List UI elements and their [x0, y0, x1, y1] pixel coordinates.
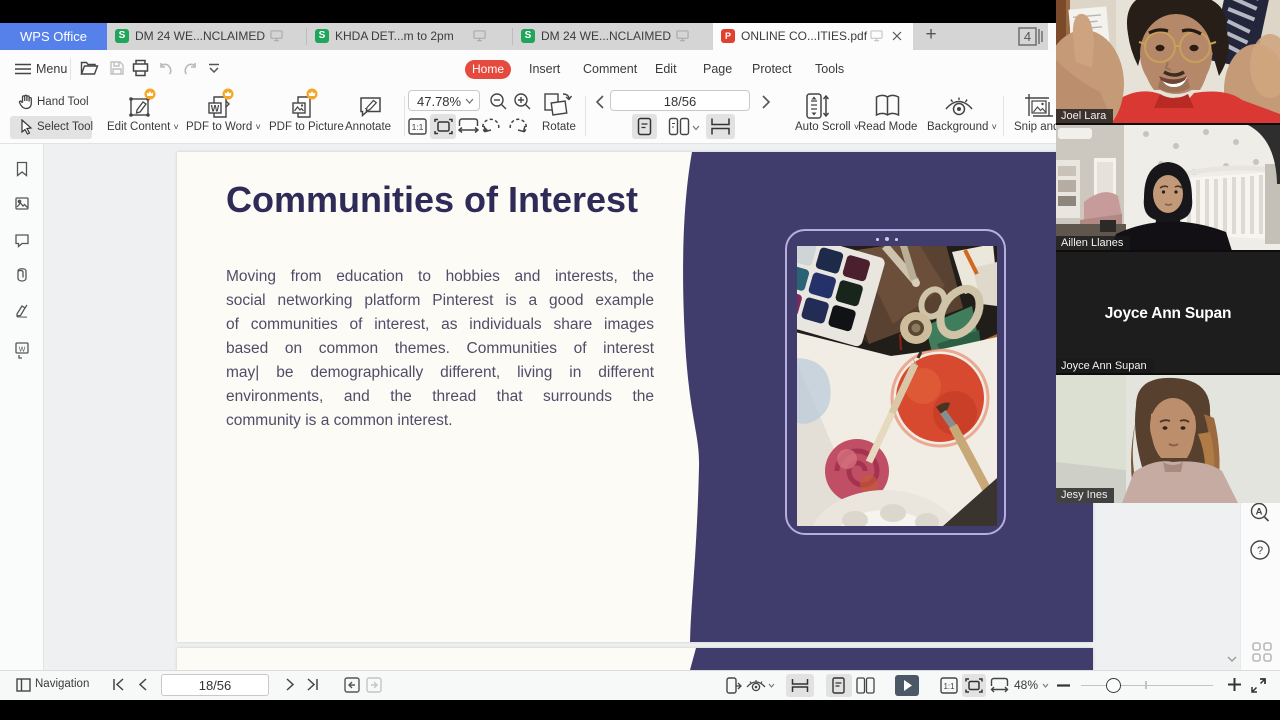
- svg-text:W: W: [211, 104, 220, 114]
- svg-text:1:1: 1:1: [943, 682, 955, 691]
- svg-text:?: ?: [1257, 545, 1263, 557]
- svg-text:4: 4: [1024, 29, 1031, 44]
- svg-text:A: A: [1256, 507, 1263, 518]
- svg-text:1:1: 1:1: [412, 122, 424, 132]
- svg-text:W: W: [19, 347, 26, 354]
